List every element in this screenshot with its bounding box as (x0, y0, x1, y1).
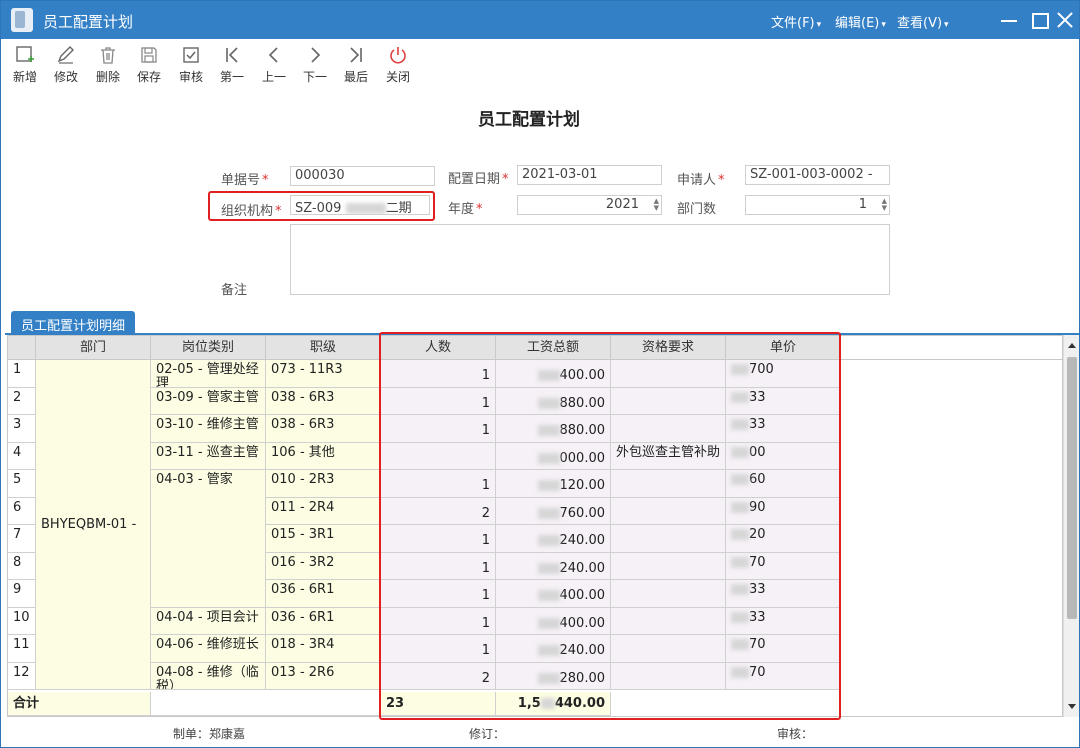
new-button[interactable]: 新增 (8, 45, 42, 85)
first-icon (226, 47, 238, 63)
row-number: 11 (8, 635, 36, 663)
applicant-label: 申请人 * (677, 173, 725, 188)
window-title: 员工配置计划 (43, 13, 134, 31)
row-number: 1 (8, 360, 36, 388)
delete-button[interactable]: 删除 (91, 45, 125, 85)
close-window-icon[interactable] (1053, 7, 1077, 33)
grade-cell[interactable]: 018 - 3R4 (266, 635, 381, 663)
scroll-down-icon[interactable] (1068, 704, 1076, 709)
row-number: 7 (8, 525, 36, 553)
edit-button[interactable]: 修改 (49, 45, 83, 85)
row-number: 4 (8, 442, 36, 470)
grade-cell[interactable]: 011 - 2R4 (266, 497, 381, 525)
dept-cell[interactable]: BHYEQBM-01 - (36, 360, 151, 690)
year-field[interactable]: 2021 ▲ ▼ (517, 195, 662, 215)
save-icon (141, 47, 157, 63)
grade-cell[interactable]: 038 - 6R3 (266, 415, 381, 443)
last-button[interactable]: 最后 (339, 45, 373, 85)
category-cell[interactable]: 03-11 - 巡查主管 (151, 442, 266, 470)
year-label: 年度 * (448, 202, 483, 217)
row-number: 8 (8, 552, 36, 580)
total-label: 合计 (8, 692, 151, 716)
grade-cell[interactable]: 016 - 3R2 (266, 552, 381, 580)
prev-icon (268, 47, 278, 63)
grade-cell[interactable]: 073 - 11R3 (266, 360, 381, 388)
dept-count-label: 部门数 (677, 202, 717, 217)
column-header-filler (841, 336, 1062, 360)
remark-label: 备注 (221, 283, 248, 298)
row-number: 9 (8, 580, 36, 608)
grade-cell[interactable]: 106 - 其他 (266, 442, 381, 470)
category-cell[interactable]: 03-10 - 维修主管 (151, 415, 266, 443)
power-icon (390, 47, 406, 64)
check-icon (183, 47, 199, 63)
doc-no-label: 单据号 * (221, 173, 269, 188)
grade-cell[interactable]: 038 - 6R3 (266, 387, 381, 415)
scroll-up-icon[interactable] (1068, 343, 1076, 348)
close-button[interactable]: 关闭 (381, 45, 415, 85)
footer-maker: 制单：郑康嘉 (173, 727, 246, 741)
form-title: 员工配置计划 (478, 110, 580, 130)
menu-file[interactable]: 文件(F) ▾ (771, 12, 821, 31)
highlight-grid-values (379, 332, 841, 720)
save-button[interactable]: 保存 (132, 45, 166, 85)
edit-icon (57, 46, 74, 64)
column-header-category[interactable]: 岗位类别 (151, 336, 266, 360)
toolbar: 新增 修改 删除 保存 审核 第一 上一 下一 最后 关闭 (1, 41, 421, 85)
applicant-field[interactable]: SZ-001-003-0002 - (745, 165, 890, 185)
grade-cell[interactable]: 036 - 6R1 (266, 580, 381, 608)
footer-audit: 审核： (777, 727, 814, 741)
add-icon (16, 46, 34, 62)
row-number: 3 (8, 415, 36, 443)
maximize-icon[interactable] (1027, 7, 1051, 33)
row-number: 2 (8, 387, 36, 415)
footer-revise: 修订： (469, 727, 506, 741)
category-cell[interactable]: 04-03 - 管家 (151, 470, 266, 608)
row-number: 10 (8, 607, 36, 635)
app-window: 员工配置计划 文件(F) ▾ 编辑(E) ▾ 查看(V) ▾ 新增 修改 删除 保存 … (0, 0, 1080, 748)
last-icon (350, 47, 362, 63)
scroll-thumb[interactable] (1067, 357, 1077, 619)
row-number: 5 (8, 470, 36, 498)
title-bar: 员工配置计划 文件(F) ▾ 编辑(E) ▾ 查看(V) ▾ (1, 1, 1079, 39)
spinner-icon[interactable]: ▲ ▼ (654, 198, 659, 212)
prev-button[interactable]: 上一 (257, 45, 291, 85)
tab-detail[interactable]: 员工配置计划明细 (11, 311, 136, 335)
menu-view[interactable]: 查看(V) ▾ (897, 12, 949, 31)
category-cell[interactable]: 04-04 - 项目会计 (151, 607, 266, 635)
highlight-org (208, 191, 435, 221)
doc-no-field[interactable]: 000030 (290, 166, 435, 186)
date-label: 配置日期 * (448, 172, 509, 187)
category-cell[interactable]: 04-06 - 维修班长 (151, 635, 266, 663)
grade-cell[interactable]: 010 - 2R3 (266, 470, 381, 498)
trash-icon (101, 47, 115, 64)
column-header-grade[interactable]: 职级 (266, 336, 381, 360)
row-number: 6 (8, 497, 36, 525)
grid-corner (8, 336, 36, 360)
next-icon (311, 47, 321, 63)
grade-cell[interactable]: 015 - 3R1 (266, 525, 381, 553)
first-button[interactable]: 第一 (215, 45, 249, 85)
menu-edit[interactable]: 编辑(E) ▾ (835, 12, 886, 31)
app-icon (11, 8, 33, 32)
total-empty (151, 692, 381, 716)
vertical-scrollbar[interactable] (1063, 335, 1079, 717)
grade-cell[interactable]: 036 - 6R1 (266, 607, 381, 635)
minimize-icon[interactable] (997, 7, 1021, 33)
spinner-icon[interactable]: ▲ ▼ (882, 198, 887, 212)
audit-button[interactable]: 审核 (174, 45, 208, 85)
category-cell[interactable]: 02-05 - 管理处经理 (151, 360, 266, 388)
category-cell[interactable]: 04-08 - 维修（临税） (151, 662, 266, 690)
category-cell[interactable]: 03-09 - 管家主管 (151, 387, 266, 415)
grade-cell[interactable]: 013 - 2R6 (266, 662, 381, 690)
next-button[interactable]: 下一 (298, 45, 332, 85)
date-field[interactable]: 2021-03-01 (517, 165, 662, 185)
row-number: 12 (8, 662, 36, 690)
dept-count-field[interactable]: 1 ▲ ▼ (745, 195, 890, 215)
remark-field[interactable] (290, 224, 890, 295)
column-header-dept[interactable]: 部门 (36, 336, 151, 360)
